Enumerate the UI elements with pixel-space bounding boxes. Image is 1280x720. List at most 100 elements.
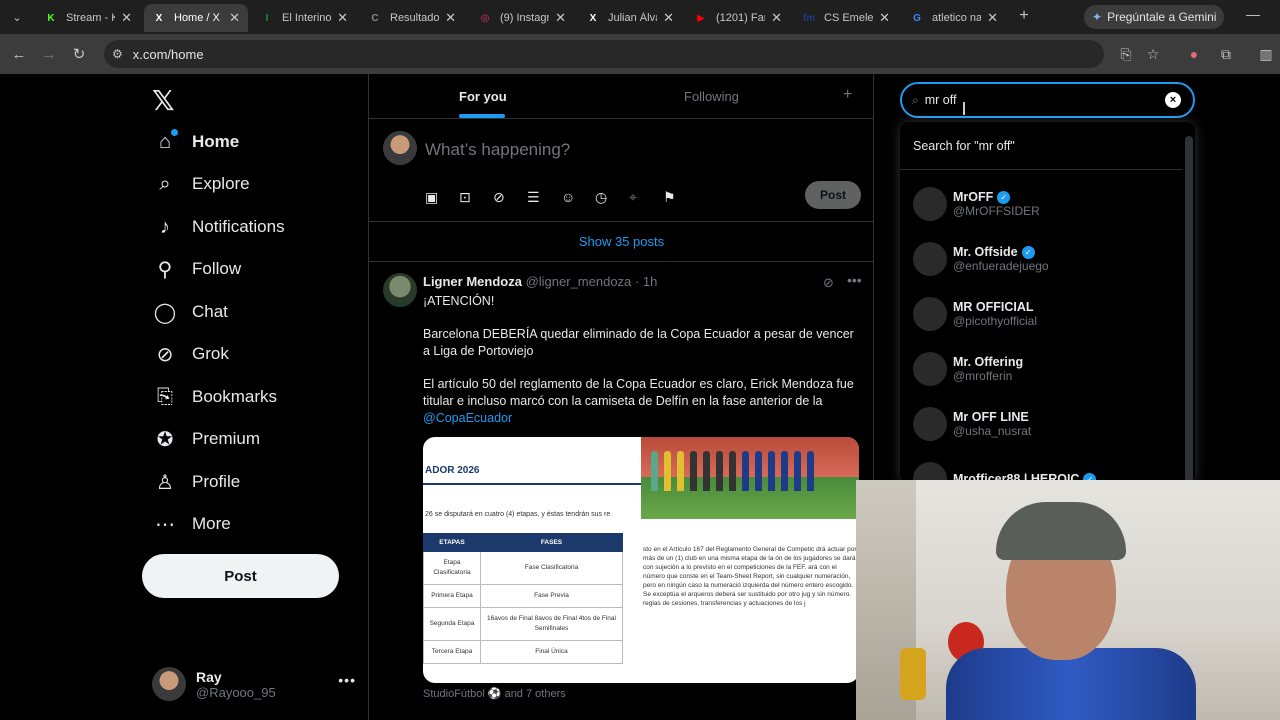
x-logo-icon[interactable]: 𝕏	[152, 84, 175, 117]
home-icon: ⌂	[152, 129, 178, 155]
close-tab-icon[interactable]: ✕	[337, 10, 348, 26]
location-icon[interactable]: ⌖	[629, 187, 663, 207]
table-row: Tercera Etapa Final Única	[423, 640, 624, 664]
browser-tab[interactable]: fm CS Emelec ✕	[794, 4, 898, 32]
account-switcher[interactable]: Ray @Rayooo_95 •••	[152, 662, 362, 706]
extension-color-icon[interactable]: ●	[1184, 44, 1204, 64]
search-query[interactable]: mr off	[925, 93, 957, 107]
show-new-posts[interactable]: Show 35 posts	[369, 222, 874, 262]
sidebar-item-grok[interactable]: ⊘ Grok	[152, 334, 229, 374]
close-tab-icon[interactable]: ✕	[555, 10, 566, 26]
tweet-time[interactable]: · 1h	[635, 274, 657, 289]
extensions-icon[interactable]: ⧉	[1216, 44, 1236, 64]
tweet[interactable]: Ligner Mendoza @ligner_mendoza · 1h ⊘ ••…	[369, 263, 874, 720]
minimize-icon[interactable]: —	[1246, 6, 1260, 22]
search-suggestion[interactable]: MR OFFICIAL @picothyofficial	[913, 294, 1183, 334]
more-dots-icon[interactable]: •••	[338, 672, 356, 688]
avatar	[152, 667, 186, 701]
composer-post-button[interactable]: Post	[805, 181, 861, 209]
document-image[interactable]: ADOR 2026 26 se disputará en cuatro (4) …	[423, 437, 641, 683]
sidebar-item-premium[interactable]: ✪ Premium	[152, 419, 260, 459]
avatar	[913, 242, 947, 276]
close-tab-icon[interactable]: ✕	[879, 10, 890, 26]
tab-favicon-icon: C	[371, 12, 379, 24]
close-tab-icon[interactable]: ✕	[121, 10, 132, 26]
emoji-icon[interactable]: ☺	[561, 187, 595, 207]
reload-icon[interactable]: ↻	[68, 43, 90, 65]
browser-tab[interactable]: Gatletico na ✕	[902, 4, 1006, 32]
grok-icon[interactable]: ⊘	[493, 187, 527, 207]
install-app-icon[interactable]: ⎘	[1116, 44, 1136, 64]
poll-icon[interactable]: ☰	[527, 187, 561, 207]
address-bar[interactable]: ⚙ x.com/home	[104, 40, 1104, 68]
browser-tab[interactable]: ◎ (9) Instagr ✕	[470, 4, 574, 32]
close-tab-icon[interactable]: ✕	[445, 10, 456, 26]
close-tab-icon[interactable]: ✕	[663, 10, 674, 26]
sidebar-item-label: Grok	[192, 344, 229, 363]
sidebar-item-more[interactable]: ⋯ More	[152, 504, 231, 544]
grok-explain-icon[interactable]: ⊘	[823, 275, 834, 291]
avatar	[913, 462, 947, 482]
search-input[interactable]: ⌕ mr off ×	[900, 82, 1195, 118]
new-tab-button[interactable]: +	[1014, 6, 1034, 26]
timeline-tabs: For you Following +	[369, 74, 874, 119]
composer-input[interactable]: What’s happening?	[425, 140, 570, 160]
flag-icon[interactable]: ⚑	[663, 187, 697, 207]
post-button[interactable]: Post	[142, 554, 339, 598]
media-icon[interactable]: ▣	[425, 187, 459, 207]
close-tab-icon[interactable]: ✕	[771, 10, 782, 26]
search-suggestion[interactable]: Mrofficer88 | HEROIC ✓	[913, 459, 1183, 482]
search-suggestion[interactable]: Mr. Offside ✓ @enfueradejuego	[913, 239, 1183, 279]
tagged-users[interactable]: StudioFútbol ⚽ and 7 others	[423, 687, 566, 700]
sidebar-item-notifications[interactable]: ♪ Notifications	[152, 207, 285, 247]
sidebar-item-label: Notifications	[192, 217, 285, 236]
forward-icon[interactable]: →	[38, 43, 60, 65]
schedule-icon[interactable]: ◷	[595, 187, 629, 207]
browser-tab[interactable]: I El Interino ✕	[252, 4, 356, 32]
tab-favicon-icon: ▶	[697, 12, 705, 24]
trophy	[900, 648, 926, 700]
bookmark-star-icon[interactable]: ☆	[1143, 44, 1163, 64]
tab-favicon-icon: X	[589, 12, 597, 24]
tab-title: (9) Instagr	[500, 12, 550, 24]
tab-for-you[interactable]: For you	[459, 89, 507, 104]
search-suggestion[interactable]: Mr. Offering @mrofferin	[913, 349, 1183, 389]
tweet-author-handle[interactable]: @ligner_mendoza	[526, 274, 632, 289]
site-info-icon[interactable]: ⚙	[112, 47, 123, 61]
tweet-more-icon[interactable]: •••	[847, 272, 862, 288]
avatar[interactable]	[383, 273, 417, 307]
tab-following[interactable]: Following	[684, 89, 739, 104]
scrollbar[interactable]	[1185, 136, 1193, 482]
suggestion-handle: @usha_nusrat	[953, 424, 1032, 438]
tweet-media[interactable]: ADOR 2026 26 se disputará en cuatro (4) …	[423, 437, 859, 683]
close-tab-icon[interactable]: ✕	[229, 10, 240, 26]
sidebar-item-explore[interactable]: ⌕ Explore	[152, 164, 249, 204]
gif-icon[interactable]: ⊡	[459, 187, 493, 207]
sidebar-item-home[interactable]: ⌂ Home	[152, 122, 239, 162]
sidebar-item-chat[interactable]: ◯ Chat	[152, 292, 228, 332]
account-name: Ray	[196, 668, 222, 685]
browser-tab[interactable]: C Resultados ✕	[360, 4, 464, 32]
team-photo[interactable]: sto en el Artículo 167 del Reglamento Ge…	[641, 437, 859, 683]
gemini-button[interactable]: ✦ Pregúntale a Gemini	[1084, 5, 1224, 29]
browser-tab[interactable]: X Home / X ✕	[144, 4, 248, 32]
sidebar-item-profile[interactable]: ♙ Profile	[152, 462, 240, 502]
search-suggestion[interactable]: Mr OFF LINE @usha_nusrat	[913, 404, 1183, 444]
sidebar-item-bookmarks[interactable]: ⎘ Bookmarks	[152, 377, 277, 417]
close-tab-icon[interactable]: ✕	[987, 10, 998, 26]
side-panel-icon[interactable]: ▥	[1256, 44, 1276, 64]
search-for-option[interactable]: Search for "mr off"	[900, 122, 1183, 170]
add-tab-icon[interactable]: +	[843, 86, 852, 104]
back-icon[interactable]: ←	[8, 43, 30, 65]
follow-icon: ⚲	[157, 258, 173, 281]
tweet-mention[interactable]: @CopaEcuador	[423, 411, 512, 425]
browser-tab[interactable]: X Julian Álva ✕	[578, 4, 682, 32]
tweet-author-name[interactable]: Ligner Mendoza	[423, 274, 522, 289]
search-suggestion[interactable]: MrOFF ✓ @MrOFFSIDER	[913, 184, 1183, 224]
search-suggestions: Search for "mr off" MrOFF ✓ @MrOFFSIDER Mr.…	[900, 122, 1195, 482]
clear-search-icon[interactable]: ×	[1165, 92, 1181, 108]
browser-tab[interactable]: K Stream - K ✕	[36, 4, 140, 32]
tab-search-chevron-icon[interactable]: ⌄	[6, 6, 28, 28]
browser-tab[interactable]: ▶ (1201) Far ✕	[686, 4, 790, 32]
sidebar-item-follow[interactable]: ⚲ Follow	[152, 249, 241, 289]
